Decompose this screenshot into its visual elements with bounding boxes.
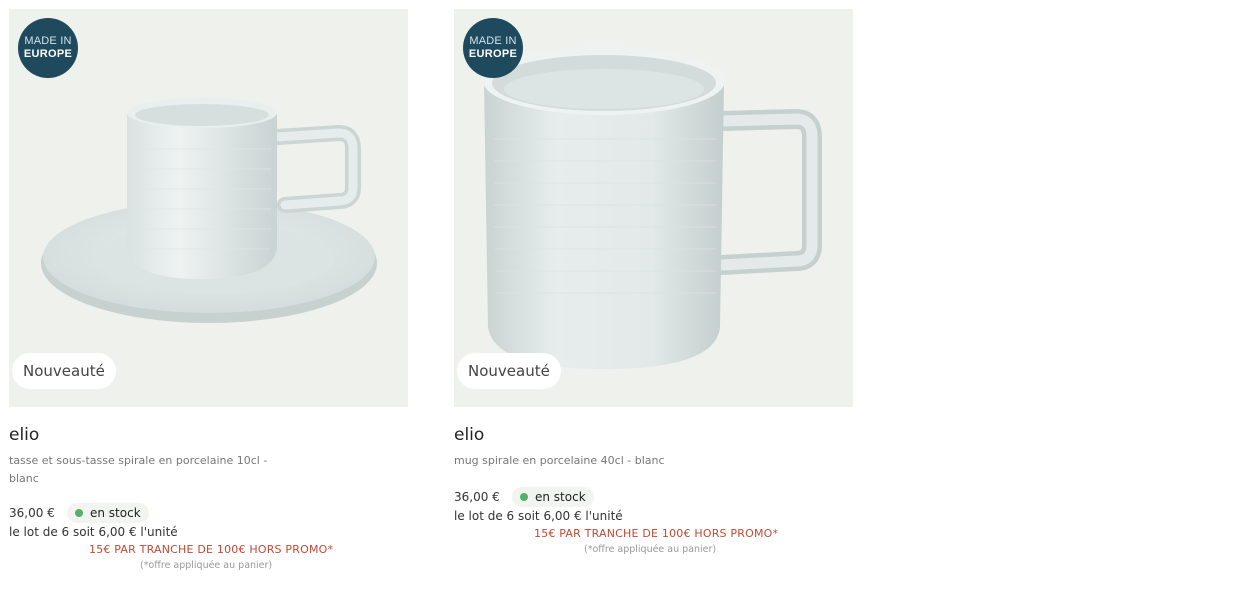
product-image[interactable]: MADE IN EUROPE Nouveauté (454, 9, 853, 407)
stock-dot-icon (520, 493, 528, 501)
product-card[interactable]: MADE IN EUROPE Nouveauté elio tasse et s… (9, 9, 408, 571)
badge-line2: EUROPE (23, 48, 73, 60)
product-price: 36,00 € (9, 506, 55, 520)
new-tag: Nouveauté (12, 353, 116, 389)
promo-text: 15€ PAR TRANCHE DE 100€ HORS PROMO* (89, 543, 334, 556)
price-row: 36,00 € en stock (9, 503, 149, 523)
lot-price-info: le lot de 6 soit 6,00 € l'unité (454, 509, 623, 523)
price-row: 36,00 € en stock (454, 487, 594, 507)
new-tag: Nouveauté (457, 353, 561, 389)
promo-note: (*offre appliquée au panier) (140, 560, 273, 571)
product-name[interactable]: elio (454, 425, 484, 445)
promo-text: 15€ PAR TRANCHE DE 100€ HORS PROMO* (534, 527, 779, 540)
product-description[interactable]: mug spirale en porcelaine 40cl - blanc (454, 452, 724, 470)
made-in-europe-badge: MADE IN EUROPE (18, 18, 78, 78)
lot-price-info: le lot de 6 soit 6,00 € l'unité (9, 525, 178, 539)
badge-line1: MADE IN (469, 35, 517, 47)
stock-status-badge: en stock (512, 487, 594, 507)
badge-line1: MADE IN (24, 35, 72, 47)
stock-status-label: en stock (90, 506, 141, 520)
product-description[interactable]: tasse et sous-tasse spirale en porcelain… (9, 452, 279, 488)
product-price: 36,00 € (454, 490, 500, 504)
product-name[interactable]: elio (9, 425, 39, 445)
product-card[interactable]: MADE IN EUROPE Nouveauté elio mug spiral… (454, 9, 853, 555)
made-in-europe-badge: MADE IN EUROPE (463, 18, 523, 78)
product-image[interactable]: MADE IN EUROPE Nouveauté (9, 9, 408, 407)
badge-line2: EUROPE (468, 48, 518, 60)
promo-note: (*offre appliquée au panier) (584, 544, 717, 555)
stock-dot-icon (75, 509, 83, 517)
stock-status-label: en stock (535, 490, 586, 504)
stock-status-badge: en stock (67, 503, 149, 523)
